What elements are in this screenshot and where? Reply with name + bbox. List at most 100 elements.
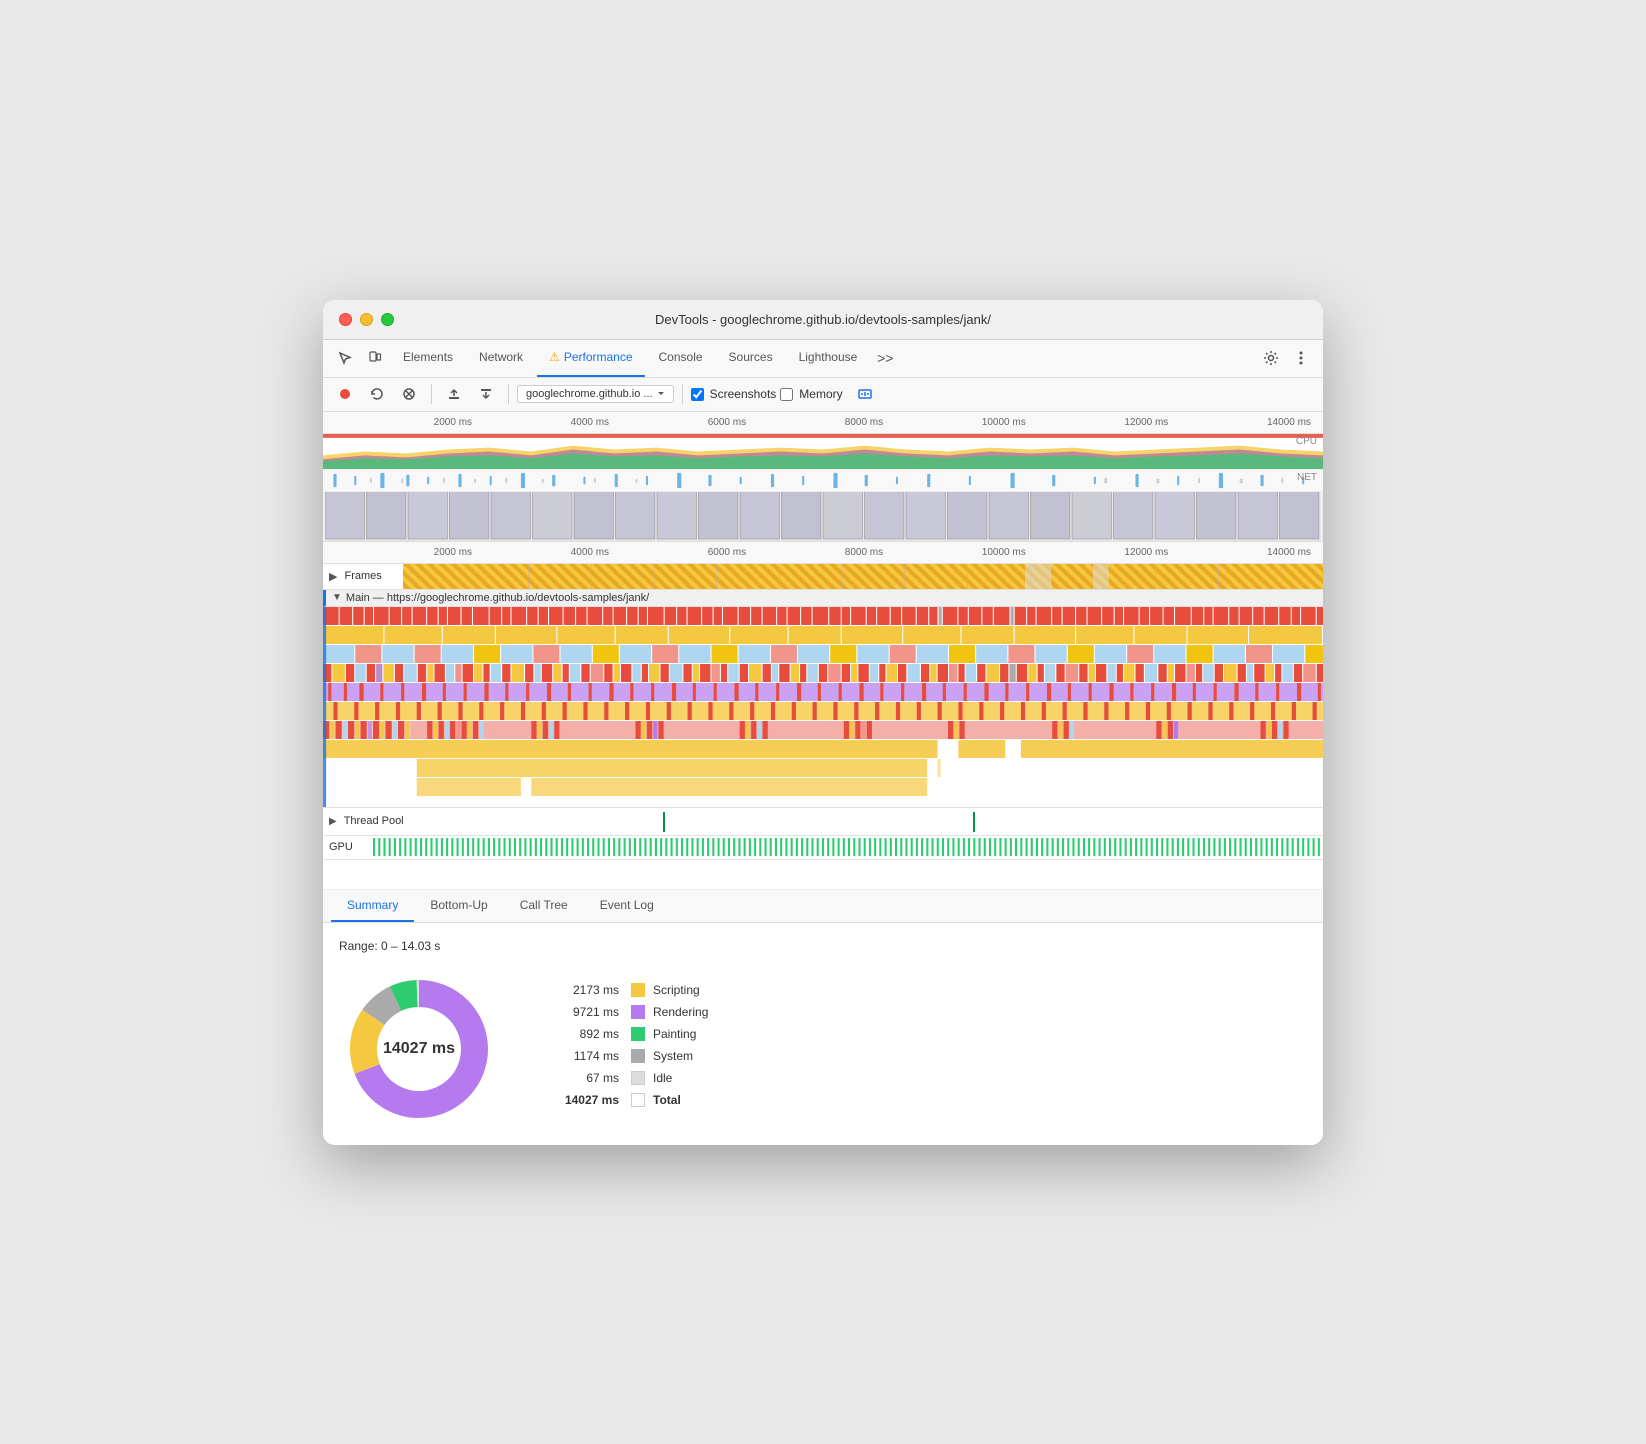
- ruler-mark-2: 4000 ms: [571, 417, 609, 428]
- warning-icon: ⚠: [549, 350, 560, 364]
- ruler2-mark-7: 14000 ms: [1267, 547, 1311, 558]
- frames-label: ▶ Frames: [323, 570, 403, 583]
- tab-call-tree[interactable]: Call Tree: [504, 890, 584, 922]
- ruler-mark-4: 8000 ms: [845, 417, 883, 428]
- rendering-color: [631, 1005, 645, 1019]
- summary-range: Range: 0 – 14.03 s: [339, 939, 1307, 953]
- legend-row-scripting: 2173 ms Scripting: [539, 983, 1307, 997]
- painting-label: Painting: [653, 1027, 696, 1041]
- frames-row: ▶ Frames: [323, 564, 1323, 590]
- cpu-chart: CPU: [323, 434, 1323, 470]
- devtools-window: DevTools - googlechrome.github.io/devtoo…: [323, 300, 1323, 1145]
- memory-checkbox-group[interactable]: Memory: [780, 387, 842, 401]
- legend-row-painting: 892 ms Painting: [539, 1027, 1307, 1041]
- rendering-label: Rendering: [653, 1005, 708, 1019]
- gpu-row: GPU: [323, 836, 1323, 860]
- legend-row-rendering: 9721 ms Rendering: [539, 1005, 1307, 1019]
- performance-toolbar: googlechrome.github.io ... Screenshots M…: [323, 378, 1323, 412]
- memory-checkbox[interactable]: [780, 388, 793, 401]
- ruler-mark-5: 10000 ms: [982, 417, 1026, 428]
- performance-area: 2000 ms 4000 ms 6000 ms 8000 ms 10000 ms…: [323, 412, 1323, 890]
- ruler2-mark-3: 6000 ms: [708, 547, 746, 558]
- ruler2-mark-4: 8000 ms: [845, 547, 883, 558]
- window-title: DevTools - googlechrome.github.io/devtoo…: [655, 312, 991, 327]
- separator-1: [431, 384, 432, 404]
- url-display: googlechrome.github.io ...: [517, 385, 674, 403]
- painting-value: 892 ms: [539, 1027, 619, 1041]
- record-button[interactable]: [331, 380, 359, 408]
- bottom-ruler: 2000 ms 4000 ms 6000 ms 8000 ms 10000 ms…: [323, 542, 1323, 564]
- idle-label: Idle: [653, 1071, 672, 1085]
- capture-settings-button[interactable]: [851, 380, 879, 408]
- minimize-button[interactable]: [360, 313, 373, 326]
- select-element-button[interactable]: [331, 344, 359, 372]
- traffic-lights: [339, 313, 394, 326]
- settings-button[interactable]: [1257, 344, 1285, 372]
- titlebar: DevTools - googlechrome.github.io/devtoo…: [323, 300, 1323, 340]
- upload-button[interactable]: [440, 380, 468, 408]
- gpu-content: [373, 836, 1323, 859]
- idle-color: [631, 1071, 645, 1085]
- flame-graph: [323, 607, 1323, 807]
- ruler-marks: 2000 ms 4000 ms 6000 ms 8000 ms 10000 ms…: [331, 417, 1315, 428]
- ruler-mark-1: 2000 ms: [434, 417, 472, 428]
- tab-event-log[interactable]: Event Log: [584, 890, 670, 922]
- idle-value: 67 ms: [539, 1071, 619, 1085]
- thread-pool-row: ▶ Thread Pool: [323, 808, 1323, 836]
- summary-panel: Range: 0 – 14.03 s: [323, 923, 1323, 1145]
- close-button[interactable]: [339, 313, 352, 326]
- tab-summary[interactable]: Summary: [331, 890, 414, 922]
- legend-row-total: 14027 ms Total: [539, 1093, 1307, 1107]
- reload-button[interactable]: [363, 380, 391, 408]
- scripting-value: 2173 ms: [539, 983, 619, 997]
- tab-elements[interactable]: Elements: [391, 339, 465, 377]
- thread-pool-label: ▶ Thread Pool: [323, 815, 443, 827]
- legend-row-system: 1174 ms System: [539, 1049, 1307, 1063]
- system-value: 1174 ms: [539, 1049, 619, 1063]
- tab-lighthouse[interactable]: Lighthouse: [787, 339, 870, 377]
- ruler-mark-7: 14000 ms: [1267, 417, 1311, 428]
- separator-3: [682, 384, 683, 404]
- system-label: System: [653, 1049, 693, 1063]
- system-color: [631, 1049, 645, 1063]
- maximize-button[interactable]: [381, 313, 394, 326]
- scripting-label: Scripting: [653, 983, 700, 997]
- ruler-mark-6: 12000 ms: [1124, 417, 1168, 428]
- cpu-label: CPU: [1296, 436, 1317, 447]
- legend-row-idle: 67 ms Idle: [539, 1071, 1307, 1085]
- total-color: [631, 1093, 645, 1107]
- devtools-nav: Elements Network ⚠Performance Console So…: [323, 340, 1323, 378]
- tab-console[interactable]: Console: [647, 339, 715, 377]
- gpu-label: GPU: [323, 841, 373, 853]
- tab-performance[interactable]: ⚠Performance: [537, 339, 644, 377]
- device-toolbar-button[interactable]: [361, 344, 389, 372]
- separator-2: [508, 384, 509, 404]
- main-thread-header: ▼ Main — https://googlechrome.github.io/…: [323, 590, 1323, 607]
- clear-button[interactable]: [395, 380, 423, 408]
- screenshots-checkbox[interactable]: [691, 388, 704, 401]
- download-button[interactable]: [472, 380, 500, 408]
- screenshots-row: [323, 492, 1323, 542]
- tab-network[interactable]: Network: [467, 339, 535, 377]
- net-chart: NET: [323, 470, 1323, 492]
- tab-bottom-up[interactable]: Bottom-Up: [414, 890, 503, 922]
- main-thread-row: ▼ Main — https://googlechrome.github.io/…: [323, 590, 1323, 808]
- total-value: 14027 ms: [539, 1093, 619, 1107]
- net-label: NET: [1297, 472, 1317, 483]
- more-tabs-button[interactable]: >>: [871, 344, 899, 372]
- screenshots-checkbox-group[interactable]: Screenshots: [691, 387, 777, 401]
- empty-space: [323, 860, 1323, 890]
- scripting-color: [631, 983, 645, 997]
- painting-color: [631, 1027, 645, 1041]
- ruler2-mark-2: 4000 ms: [571, 547, 609, 558]
- tab-sources[interactable]: Sources: [717, 339, 785, 377]
- top-ruler: 2000 ms 4000 ms 6000 ms 8000 ms 10000 ms…: [323, 412, 1323, 434]
- more-options-button[interactable]: [1287, 344, 1315, 372]
- donut-chart: 14027 ms: [339, 969, 499, 1129]
- rendering-value: 9721 ms: [539, 1005, 619, 1019]
- ruler2-mark-6: 12000 ms: [1124, 547, 1168, 558]
- donut-center-label: 14027 ms: [383, 1040, 455, 1058]
- frames-content: [403, 564, 1323, 589]
- summary-legend: 2173 ms Scripting 9721 ms Rendering 892 …: [539, 983, 1307, 1115]
- bottom-tabs: Summary Bottom-Up Call Tree Event Log: [323, 890, 1323, 923]
